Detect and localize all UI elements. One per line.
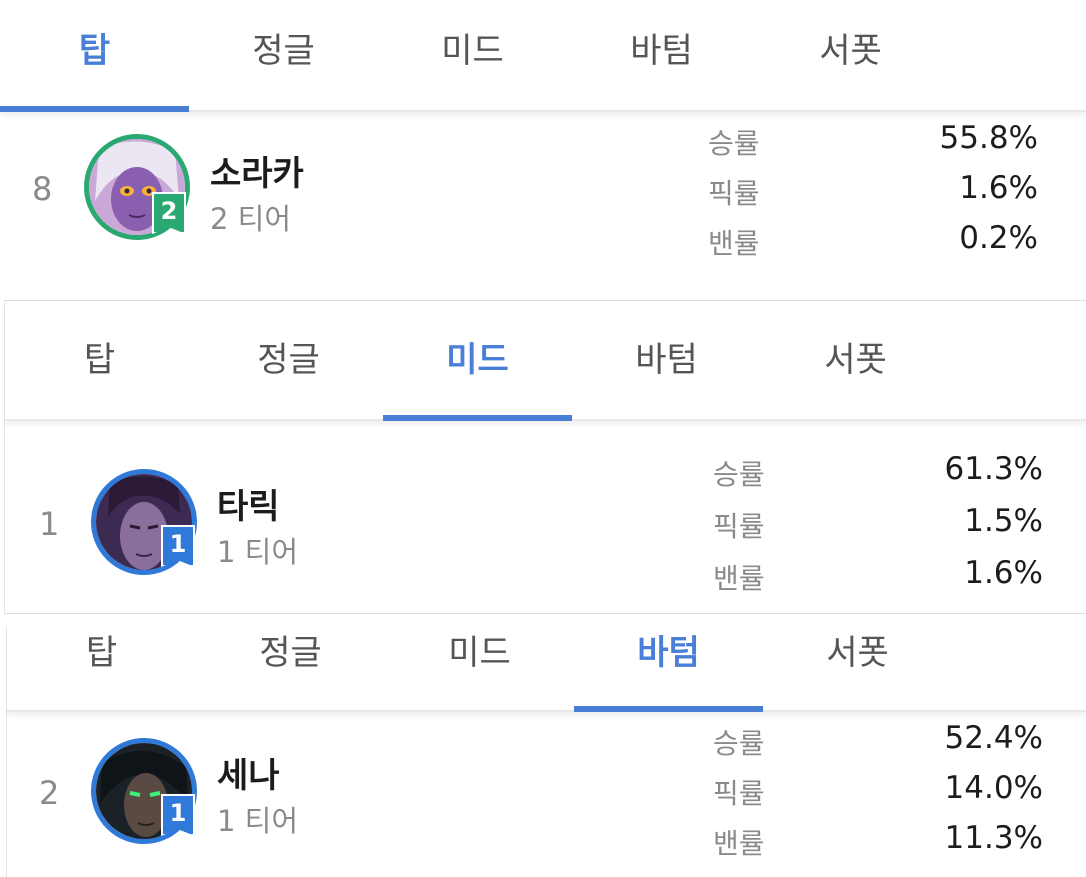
winrate-label: 승률 — [713, 727, 765, 760]
pickrate-label: 픽률 — [708, 177, 760, 210]
pickrate-label: 픽률 — [713, 510, 765, 543]
position-tab-bar: 탑 정글 미드 바텀 서폿 — [7, 626, 1086, 712]
tab-support[interactable]: 서폿 — [763, 626, 952, 680]
champion-tier: 1 티어 — [217, 535, 299, 569]
position-panel-top: 탑 정글 미드 바텀 서폿 8 2 소라카 2 티어 승률 픽률 밴률 55.8… — [0, 0, 1086, 282]
tab-jungle[interactable]: 정글 — [194, 301, 383, 419]
banrate-label: 밴률 — [713, 562, 765, 595]
position-tab-bar: 탑 정글 미드 바텀 서폿 — [5, 301, 1086, 421]
tab-support[interactable]: 서폿 — [756, 0, 945, 102]
champion-name: 타릭 — [217, 487, 280, 527]
tab-support[interactable]: 서폿 — [761, 301, 950, 419]
tab-jungle[interactable]: 정글 — [196, 626, 385, 680]
champion-rank: 8 — [32, 170, 53, 208]
pickrate-value: 14.0% — [944, 770, 1043, 806]
tab-mid[interactable]: 미드 — [385, 626, 574, 680]
pickrate-value: 1.6% — [959, 170, 1038, 206]
banrate-label: 밴률 — [708, 227, 760, 260]
tab-jungle[interactable]: 정글 — [189, 0, 378, 102]
winrate-value: 55.8% — [939, 120, 1038, 156]
champion-rank: 2 — [39, 774, 60, 812]
champion-name: 세나 — [217, 756, 280, 796]
tab-mid[interactable]: 미드 — [378, 0, 567, 102]
position-tab-bar: 탑 정글 미드 바텀 서폿 — [0, 0, 1086, 112]
winrate-label: 승률 — [708, 127, 760, 160]
winrate-value: 61.3% — [944, 451, 1043, 487]
tab-bottom[interactable]: 바텀 — [567, 0, 756, 102]
champion-row[interactable]: 2 1 세나 1 티어 승률 픽률 밴률 52.4% 14.0% 11.3% — [7, 710, 1086, 877]
champion-tier: 1 티어 — [217, 804, 299, 838]
pickrate-value: 1.5% — [964, 503, 1043, 539]
champion-row[interactable]: 8 2 소라카 2 티어 승률 픽률 밴률 55.8% 1.6% 0.2% — [0, 110, 1086, 282]
champion-tier: 2 티어 — [210, 202, 292, 236]
tab-top[interactable]: 탑 — [7, 626, 196, 680]
banrate-value: 1.6% — [964, 555, 1043, 591]
position-panel-bottom: 탑 정글 미드 바텀 서폿 2 1 세나 1 티어 승률 픽률 밴률 52.4%… — [6, 626, 1086, 877]
position-panel-mid: 탑 정글 미드 바텀 서폿 1 1 타릭 1 티어 승률 픽률 밴률 61.3%… — [4, 300, 1086, 614]
tab-bottom[interactable]: 바텀 — [572, 301, 761, 419]
banrate-value: 0.2% — [959, 220, 1038, 256]
tab-top[interactable]: 탑 — [0, 0, 189, 102]
winrate-label: 승률 — [713, 458, 765, 491]
banrate-label: 밴률 — [713, 827, 765, 860]
tab-bottom[interactable]: 바텀 — [574, 626, 763, 680]
tab-top[interactable]: 탑 — [5, 301, 194, 419]
tab-mid[interactable]: 미드 — [383, 301, 572, 419]
champion-rank: 1 — [39, 505, 60, 543]
winrate-value: 52.4% — [944, 720, 1043, 756]
champion-row[interactable]: 1 1 타릭 1 티어 승률 픽률 밴률 61.3% 1.5% 1.6% — [5, 419, 1086, 611]
pickrate-label: 픽률 — [713, 777, 765, 810]
banrate-value: 11.3% — [944, 820, 1043, 856]
champion-name: 소라카 — [210, 154, 304, 194]
